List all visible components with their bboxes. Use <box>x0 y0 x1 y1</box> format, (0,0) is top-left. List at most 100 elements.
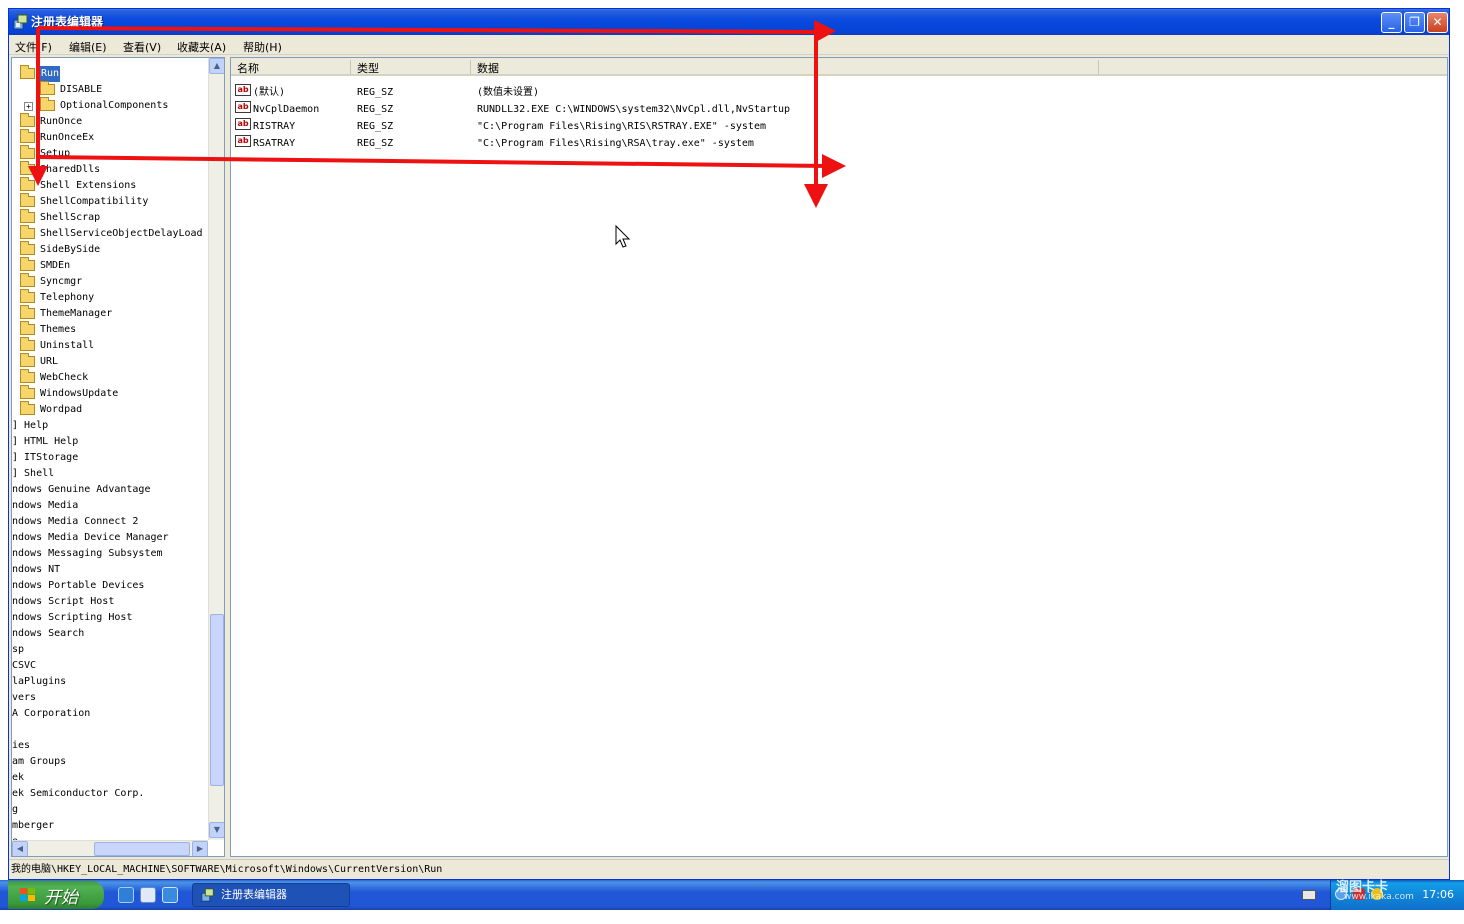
tree-item-label: WebCheck <box>40 372 89 383</box>
tree-vertical-scrollbar[interactable]: ▲ ▼ <box>208 58 224 840</box>
menu-view[interactable]: 查看(V) <box>123 39 161 55</box>
desktop-icon[interactable] <box>140 887 156 903</box>
value-row[interactable]: ab NvCplDaemon REG_SZ RUNDLL32.EXE C:\WINDO… <box>231 101 1131 118</box>
tree-item-label: CSVC <box>12 660 37 671</box>
tree-item-label: WindowsUpdate <box>40 388 119 399</box>
tree-item-label: laPlugins <box>12 676 67 687</box>
tree-item-label: ndows NT <box>12 564 61 575</box>
tree-item-label: am Groups <box>12 756 67 767</box>
value-row[interactable]: ab RSATRAY REG_SZ "C:\Program Files\Rising\… <box>231 135 1131 152</box>
tree-item-label: sp <box>12 644 25 655</box>
tree-item-label: A Corporation <box>12 708 91 719</box>
folder-icon <box>20 209 35 223</box>
column-header-type[interactable]: 类型 <box>351 60 471 75</box>
folder-icon <box>20 385 35 399</box>
menu-edit[interactable]: 编辑(E) <box>69 39 107 55</box>
keyboard-icon[interactable] <box>1302 890 1316 900</box>
value-row[interactable]: ab (默认) REG_SZ (数值未设置) <box>231 84 1131 101</box>
string-value-icon: ab <box>235 101 251 113</box>
tree-item-label: mberger <box>12 820 55 831</box>
tree-item-label: ] Shell <box>12 468 55 479</box>
tree-item-label: ndows Media <box>12 500 79 511</box>
values-list[interactable]: 名称 类型 数据 ab (默认) REG_SZ (数值未设置) ab NvCplDaemo… <box>230 57 1448 857</box>
tree-item-label: ndows Scripting Host <box>12 612 133 623</box>
tree-item-label: ek Semiconductor Corp. <box>12 788 145 799</box>
value-row[interactable]: ab RISTRAY REG_SZ "C:\Program Files\Rising\… <box>231 118 1131 135</box>
internet-explorer-icon[interactable] <box>118 887 134 903</box>
value-data: "C:\Program Files\Rising\RSA\tray.exe" -… <box>477 138 754 149</box>
scroll-up-arrow-icon[interactable]: ▲ <box>209 58 224 74</box>
tree-item-label: ndows Media Device Manager <box>12 532 169 543</box>
list-header: 名称 类型 数据 <box>231 58 1447 76</box>
value-name: RSATRAY <box>253 138 296 149</box>
tree-item-label: ndows Script Host <box>12 596 115 607</box>
tree-item-label: ] HTML Help <box>12 436 79 447</box>
tree-item-label: ShellServiceObjectDelayLoad <box>40 228 203 239</box>
tree-item-label: SMDEn <box>40 260 71 271</box>
folder-icon <box>20 369 35 383</box>
regedit-app-icon <box>13 14 28 30</box>
scroll-left-arrow-icon[interactable]: ◀ <box>12 841 28 856</box>
menu-file[interactable]: 文件(F) <box>15 39 52 55</box>
menu-favorites[interactable]: 收藏夹(A) <box>177 39 226 55</box>
folder-icon <box>20 161 35 175</box>
taskbar-item-regedit[interactable]: 注册表编辑器 <box>192 883 350 907</box>
folder-icon <box>20 65 35 79</box>
folder-icon <box>20 241 35 255</box>
value-type: REG_SZ <box>357 121 394 132</box>
tree-item-label: ndows Genuine Advantage <box>12 484 151 495</box>
minimize-button[interactable]: _ <box>1381 12 1402 33</box>
expand-icon[interactable]: + <box>24 102 33 111</box>
value-data: (数值未设置) <box>477 87 540 98</box>
string-value-icon: ab <box>235 118 251 130</box>
tree-item-label: Syncmgr <box>40 276 83 287</box>
tree-item-label: ShellScrap <box>40 212 101 223</box>
column-header-name[interactable]: 名称 <box>231 60 351 75</box>
folder-icon <box>20 225 35 239</box>
folder-icon <box>40 97 55 111</box>
tree-item-label: vers <box>12 692 37 703</box>
watermark-url: www.ikaka.com <box>1344 892 1414 902</box>
scroll-thumb[interactable] <box>210 614 224 786</box>
status-bar: 我的电脑\HKEY_LOCAL_MACHINE\SOFTWARE\Microso… <box>9 859 1449 879</box>
folder-icon <box>20 337 35 351</box>
tree-item-label: OptionalComponents <box>60 100 169 111</box>
tree-item-label: Telephony <box>40 292 95 303</box>
taskbar: 开始 注册表编辑器 17:06 <box>0 880 1464 910</box>
regedit-task-icon <box>201 888 214 902</box>
tree-item-label: ] ITStorage <box>12 452 79 463</box>
value-type: REG_SZ <box>357 87 394 98</box>
folder-icon <box>20 113 35 127</box>
tree-item-label: Setup <box>40 148 71 159</box>
windows-logo-icon <box>20 888 35 901</box>
value-data: "C:\Program Files\Rising\RIS\RSTRAY.EXE"… <box>477 121 766 132</box>
close-button[interactable]: ✕ <box>1427 12 1448 33</box>
tray-clock: 17:06 <box>1422 888 1454 901</box>
column-header-data[interactable]: 数据 <box>471 60 1099 75</box>
media-player-icon[interactable] <box>162 887 178 903</box>
title-bar[interactable]: 注册表编辑器 _ ❐ ✕ <box>9 9 1449 35</box>
menu-help[interactable]: 帮助(H) <box>243 39 282 55</box>
tree-horizontal-scrollbar[interactable]: ◀ ▶ <box>12 840 208 856</box>
folder-icon <box>20 401 35 415</box>
registry-tree[interactable]: Run DISABLE + OptionalComponents RunOnce RunO… <box>11 57 225 857</box>
tree-item-label: ShellCompatibility <box>40 196 149 207</box>
folder-icon <box>20 257 35 271</box>
tree-item-label: Shell Extensions <box>40 180 137 191</box>
folder-icon <box>20 129 35 143</box>
tree-item-label: RunOnce <box>40 116 83 127</box>
tree-item-label: Wordpad <box>40 404 83 415</box>
scroll-down-arrow-icon[interactable]: ▼ <box>209 822 224 838</box>
tree-item-label: ndows Portable Devices <box>12 580 145 591</box>
status-path: 我的电脑\HKEY_LOCAL_MACHINE\SOFTWARE\Microso… <box>11 864 443 875</box>
folder-icon <box>20 289 35 303</box>
tree-item-label: ] Help <box>12 420 49 431</box>
value-name: (默认) <box>253 87 286 98</box>
scroll-right-arrow-icon[interactable]: ▶ <box>192 841 208 856</box>
tree-item-label: ek <box>12 772 25 783</box>
maximize-button[interactable]: ❐ <box>1404 12 1425 33</box>
folder-icon <box>20 305 35 319</box>
start-button[interactable]: 开始 <box>8 881 104 909</box>
value-data: RUNDLL32.EXE C:\WINDOWS\system32\NvCpl.d… <box>477 104 791 115</box>
horizontal-scroll-thumb[interactable] <box>94 842 190 856</box>
